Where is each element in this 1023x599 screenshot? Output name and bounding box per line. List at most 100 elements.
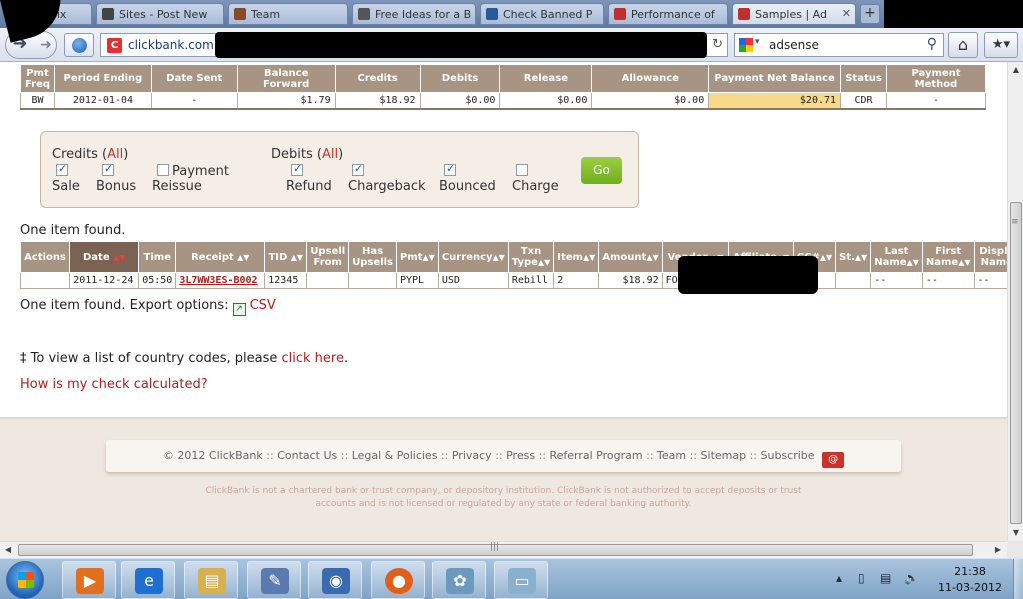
column-header-tid[interactable]: TID ▲▼ — [264, 241, 308, 273]
browser-tab[interactable]: Check Banned P — [480, 3, 604, 25]
column-header-amount[interactable]: Amount▲▼ — [598, 241, 663, 273]
footer-link-team[interactable]: Team — [657, 449, 686, 462]
network-icon[interactable]: ▤ — [880, 571, 891, 585]
footer-link-referral[interactable]: Referral Program — [549, 449, 642, 462]
taskbar-app-button[interactable]: ✎ — [247, 561, 301, 599]
clock-date: 11-03-2012 — [938, 581, 1002, 594]
taskbar-app-button[interactable]: ✿ — [432, 561, 486, 599]
browser-tab[interactable]: Sites - Post New — [96, 3, 224, 25]
footer-link-privacy[interactable]: Privacy — [452, 449, 492, 462]
column-header: Balance Forward — [236, 64, 336, 93]
debits-all-link[interactable]: All — [322, 147, 338, 162]
browser-tab[interactable]: Team — [228, 3, 348, 25]
column-header-last-name[interactable]: Last Name▲▼ — [870, 241, 923, 273]
home-button[interactable]: ⌂ — [948, 32, 978, 58]
csv-export-link[interactable]: CSV — [250, 298, 276, 313]
scroll-right-icon[interactable]: ▶ — [990, 542, 1006, 558]
show-desktop-button[interactable] — [1013, 559, 1023, 599]
close-tab-icon[interactable]: ✕ — [842, 7, 851, 20]
table-cell: 3L7WW3ES-B002 — [175, 272, 266, 289]
horizontal-scrollbar[interactable]: ◀ ||| ▶ — [0, 541, 1007, 558]
column-header: Pmt Freq — [20, 64, 55, 93]
table-cell — [835, 272, 872, 289]
show-hidden-icons-icon[interactable]: ▴ — [836, 571, 842, 585]
footer-link-subscribe[interactable]: Subscribe — [761, 449, 815, 462]
table-cell: -- — [921, 272, 975, 289]
sale-checkbox[interactable] — [56, 162, 68, 176]
sort-icon: ▲▼ — [958, 258, 971, 267]
browser-tab[interactable]: Free Ideas for a B — [352, 3, 476, 25]
column-header-item[interactable]: Item▲▼ — [553, 241, 600, 273]
bounced-label: Bounced — [439, 179, 496, 194]
browser-tab[interactable]: Performance of — [608, 3, 728, 25]
payment-reissue-checkbox[interactable] — [157, 164, 169, 176]
vertical-scrollbar[interactable]: ▲ ≡ ▼ — [1007, 62, 1023, 541]
start-button[interactable] — [6, 561, 44, 599]
sort-icon: ▲▼ — [582, 252, 596, 262]
url-text[interactable]: clickbank.com — [128, 38, 214, 52]
forward-arrow-icon[interactable]: ➜ — [36, 32, 56, 58]
country-codes-link[interactable]: click here — [281, 351, 343, 366]
column-header-state[interactable]: St.▲▼ — [835, 241, 872, 273]
search-bar[interactable]: ▾ adsense ⚲ — [734, 33, 944, 57]
table-cell: $18.92 — [334, 92, 421, 110]
transaction-filter-panel: Credits (All) Debits (All) Sale Bonus Pa… — [40, 131, 639, 208]
scroll-down-icon[interactable]: ▼ — [1008, 525, 1023, 541]
new-tab-button[interactable]: + — [860, 4, 880, 24]
bonus-checkbox[interactable] — [102, 162, 114, 176]
column-header-first-name[interactable]: First Name▲▼ — [921, 241, 975, 273]
receipt-link[interactable]: 3L7WW3ES-B002 — [179, 275, 257, 286]
column-header-txn-type[interactable]: Txn Type▲▼ — [507, 241, 555, 273]
file-explorer-icon: ▤ — [198, 568, 226, 594]
taskbar-app-button[interactable]: e — [121, 561, 175, 599]
chargeback-checkbox[interactable] — [352, 162, 364, 176]
bonus-label: Bonus — [96, 179, 137, 194]
scroll-thumb[interactable] — [1010, 202, 1022, 524]
volume-icon[interactable]: 🔈 — [904, 571, 919, 585]
column-header-receipt[interactable]: Receipt ▲▼ — [175, 241, 266, 273]
taskbar-app-button[interactable]: ▭ — [494, 561, 548, 599]
taskbar-app-button[interactable]: ◉ — [308, 561, 362, 599]
column-header-actions: Actions — [19, 241, 71, 273]
table-cell: 2011-12-24 — [69, 272, 140, 289]
disclaimer-text: ClickBank is not a chartered bank or tru… — [205, 486, 802, 509]
search-engine-icon[interactable] — [739, 38, 753, 52]
footer-link-legal[interactable]: Legal & Policies — [352, 449, 438, 462]
column-header-date[interactable]: Date ▲▼ — [69, 241, 140, 273]
export-options: One item found. Export options: ↗ CSV — [20, 298, 276, 316]
battery-icon[interactable]: ▯ — [858, 571, 865, 585]
footer-link-press[interactable]: Press — [506, 449, 535, 462]
credits-group-title: Credits (All) — [52, 147, 129, 162]
search-input[interactable]: adsense — [769, 38, 819, 52]
footer-link-sitemap[interactable]: Sitemap — [701, 449, 747, 462]
chevron-down-icon[interactable]: ▾ — [755, 37, 760, 47]
table-cell: 2012-01-04 — [53, 92, 152, 110]
taskbar-clock[interactable]: 21:38 11-03-2012 — [930, 564, 1010, 596]
notepad-icon: ▭ — [508, 568, 536, 594]
footer-link-contact[interactable]: Contact Us — [277, 449, 337, 462]
taskbar-app-button-active[interactable]: ● — [371, 561, 425, 599]
bookmarks-icon: ★▾ — [991, 37, 1011, 52]
firefox-icon: ● — [385, 568, 413, 594]
credits-all-link[interactable]: All — [107, 147, 123, 162]
scroll-up-icon[interactable]: ▲ — [1008, 62, 1023, 78]
table-header-row: Pmt Freq Period Ending Date Sent Balance… — [20, 64, 986, 93]
column-header-pmt[interactable]: Pmt▲▼ — [396, 241, 439, 273]
subscribe-icon[interactable]: @ — [822, 452, 845, 468]
refund-checkbox[interactable] — [291, 162, 303, 176]
bounced-checkbox[interactable] — [444, 162, 456, 176]
magnifier-icon[interactable]: ⚲ — [927, 36, 937, 52]
taskbar-app-button[interactable]: ▤ — [184, 561, 238, 599]
table-header-row: Actions Date ▲▼ Time Receipt ▲▼ TID ▲▼ U… — [19, 241, 1007, 273]
bookmarks-button[interactable]: ★▾ — [984, 32, 1018, 58]
site-identity-button[interactable] — [64, 33, 94, 57]
csv-icon[interactable]: ↗ — [232, 303, 246, 316]
scroll-left-icon[interactable]: ◀ — [0, 542, 16, 558]
column-header-currency[interactable]: Currency▲▼ — [437, 241, 509, 273]
reload-icon[interactable]: ↻ — [712, 37, 723, 52]
taskbar-app-button[interactable]: ▶ — [62, 561, 116, 599]
charge-checkbox[interactable] — [516, 164, 528, 176]
go-button[interactable]: Go — [581, 157, 622, 184]
how-check-calculated-link[interactable]: How is my check calculated? — [20, 377, 208, 392]
browser-tab-active[interactable]: Samples | Ad ✕ — [732, 3, 856, 25]
